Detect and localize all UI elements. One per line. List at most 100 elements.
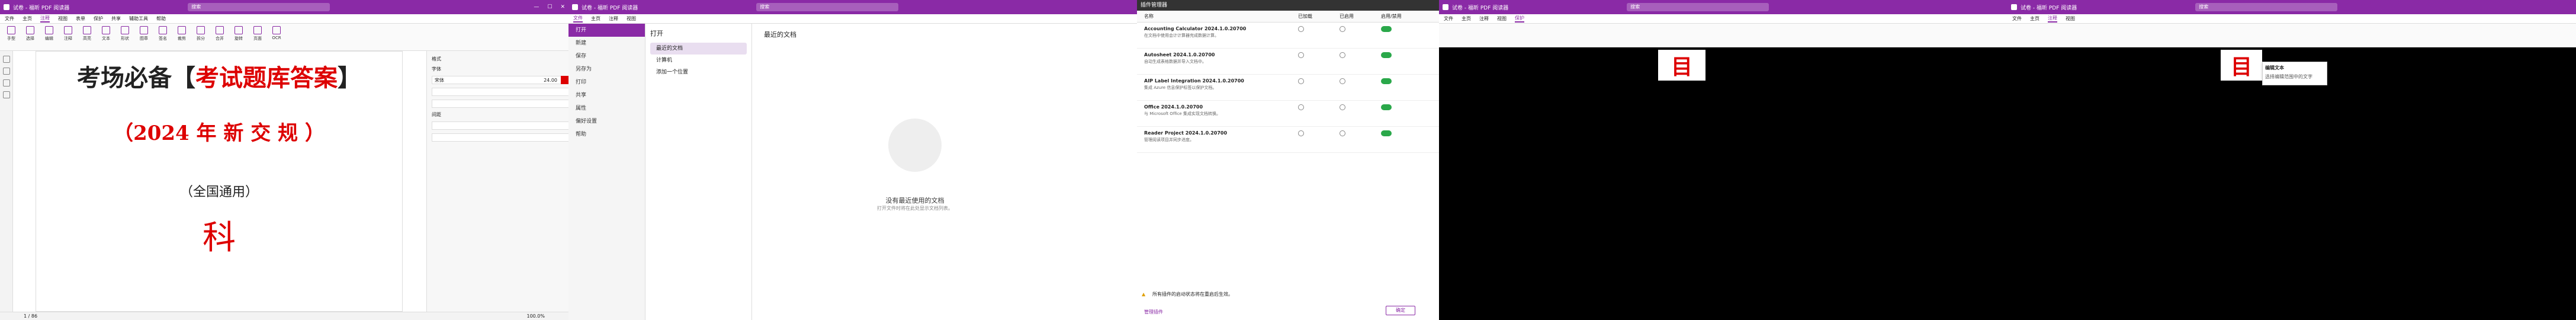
maximize-icon[interactable]: ☐ [547,4,552,10]
location-recent[interactable]: 最近的文档 [650,43,747,55]
enable-toggle[interactable] [1381,26,1392,32]
location-add[interactable]: 添加一个位置 [650,66,747,78]
ribbon-ocr[interactable]: OCR [270,26,283,48]
loaded-icon [1298,130,1304,136]
plugin-row[interactable]: Accounting Calculator 2024.1.0.20700 在文档中… [1137,23,1439,49]
page-indicator[interactable]: 1 / 86 [24,313,37,319]
stamp-icon [140,26,148,34]
font-select[interactable]: 宋体 24.00 [432,76,568,84]
nav-item-help[interactable]: 帮助 [568,128,645,141]
menu-comment[interactable]: 注释 [2048,15,2057,23]
menu-comment[interactable]: 注释 [1479,15,1489,22]
menu-home[interactable]: 主页 [591,15,600,22]
ribbon-comment[interactable]: 注释 [62,26,75,48]
menu-file[interactable]: 文件 [573,15,583,23]
ok-button[interactable]: 确定 [1386,306,1415,315]
plugin-row[interactable]: Autosheet 2024.1.0.20700 自动生成表格数据并导入文档中。 [1137,49,1439,75]
menu-view[interactable]: 视图 [1497,15,1507,22]
bookmark-icon[interactable] [3,56,10,63]
nav-item-save[interactable]: 保存 [568,50,645,63]
enable-toggle[interactable] [1381,78,1392,84]
alignment-row[interactable] [432,100,568,108]
ribbon-rotate[interactable]: 旋转 [232,26,245,48]
location-computer[interactable]: 计算机 [650,55,747,66]
enable-toggle[interactable] [1381,52,1392,58]
highlight-icon [83,26,91,34]
shape-icon [121,26,129,34]
menu-file[interactable]: 文件 [2012,15,2022,22]
ribbon-merge[interactable]: 合并 [213,26,226,48]
indent-row[interactable] [432,133,568,142]
menu-accessibility[interactable]: 辅助工具 [129,15,148,22]
menu-view[interactable]: 视图 [58,15,68,22]
ribbon-stamp[interactable]: 图章 [137,26,150,48]
nav-item-saveas[interactable]: 另存为 [568,63,645,76]
ribbon-crop[interactable]: 裁剪 [175,26,188,48]
menu-home[interactable]: 主页 [1462,15,1471,22]
font-color-swatch[interactable] [561,76,568,84]
enable-toggle[interactable] [1381,130,1392,136]
menu-comment[interactable]: 注释 [609,15,618,22]
menu-home[interactable]: 主页 [2030,15,2039,22]
title-bar-2: 试卷 - 福昕 PDF 阅读器 搜索 [568,0,1137,14]
ribbon-edit[interactable]: 编辑 [43,26,56,48]
menu-view[interactable]: 视图 [2066,15,2075,22]
props-title: 格式 [432,56,441,62]
menu-comment[interactable]: 注释 [40,15,50,23]
layers-icon[interactable] [3,79,10,87]
menu-form[interactable]: 表单 [76,15,85,22]
app-logo-icon [4,4,9,10]
menu-view[interactable]: 视图 [627,15,636,22]
edit-text-popup[interactable]: 编辑文本 选择编辑范围中的文字 [2262,62,2327,85]
open-locations: 打开 最近的文档 计算机 添加一个位置 [645,24,752,320]
ribbon-hand[interactable]: 手型 [5,26,18,48]
reader-window-dark: 试卷 - 福昕 PDF 阅读器 搜索 文件 主页 注释 视图 保护 目 [1439,0,2008,320]
attachment-icon[interactable] [3,91,10,98]
nav-item-print[interactable]: 打印 [568,76,645,89]
merge-icon [216,26,224,34]
nav-item-preferences[interactable]: 偏好设置 [568,115,645,128]
ribbon-select[interactable]: 选择 [24,26,37,48]
menu-protect[interactable]: 保护 [94,15,103,22]
nav-item-open[interactable]: 打开 [568,24,645,37]
ribbon-page[interactable]: 页面 [251,26,264,48]
search-input[interactable]: 搜索 [188,3,330,11]
search-input[interactable]: 搜索 [756,3,899,11]
menu-home[interactable]: 主页 [23,15,32,22]
menu-share[interactable]: 共享 [111,15,121,22]
menu-help[interactable]: 帮助 [156,15,166,22]
manage-plugins-link[interactable]: 管理插件 [1144,309,1163,315]
zoom-level[interactable]: 100.0% [526,312,545,320]
ribbon-sign[interactable]: 签名 [156,26,169,48]
window-title: 试卷 - 福昕 PDF 阅读器 [1452,5,1509,11]
rotate-icon [235,26,243,34]
enabled-icon [1340,26,1345,32]
plugin-row[interactable]: AIP Label Integration 2024.1.0.20700 集成 A… [1137,75,1439,101]
menu-file[interactable]: 文件 [1444,15,1453,22]
plugin-row[interactable]: Office 2024.1.0.20700 与 Microsoft Office … [1137,101,1439,127]
ribbon-split[interactable]: 拆分 [194,26,207,48]
nav-item-new[interactable]: 新建 [568,37,645,50]
text-style-row[interactable] [432,88,568,96]
doc-year-line: （2024 年 新 交 规 ） [113,121,325,145]
text-icon [102,26,110,34]
nav-item-properties[interactable]: 属性 [568,102,645,115]
loaded-icon [1298,26,1304,32]
app-logo-icon [572,4,578,10]
plugin-row[interactable]: Reader Project 2024.1.0.20700 管理阅读项目并同步进度… [1137,127,1439,153]
left-sidebar [0,51,13,312]
nav-item-share[interactable]: 共享 [568,89,645,102]
enable-toggle[interactable] [1381,104,1392,110]
thumbnail-icon[interactable] [3,68,10,75]
restart-warning: ▲ 所有插件的启动状态将在重启后生效。 [1137,289,1439,300]
search-input[interactable]: 搜索 [1627,3,1769,11]
minimize-icon[interactable]: — [534,4,539,10]
menu-file[interactable]: 文件 [5,15,14,22]
search-input[interactable]: 搜索 [2195,3,2338,11]
ribbon-text[interactable]: 文本 [99,26,113,48]
menu-protect[interactable]: 保护 [1515,15,1524,23]
close-icon[interactable]: ✕ [560,4,565,10]
ribbon-highlight[interactable]: 高亮 [81,26,94,48]
ribbon-shape[interactable]: 形状 [118,26,131,48]
spacing-row[interactable] [432,121,568,130]
